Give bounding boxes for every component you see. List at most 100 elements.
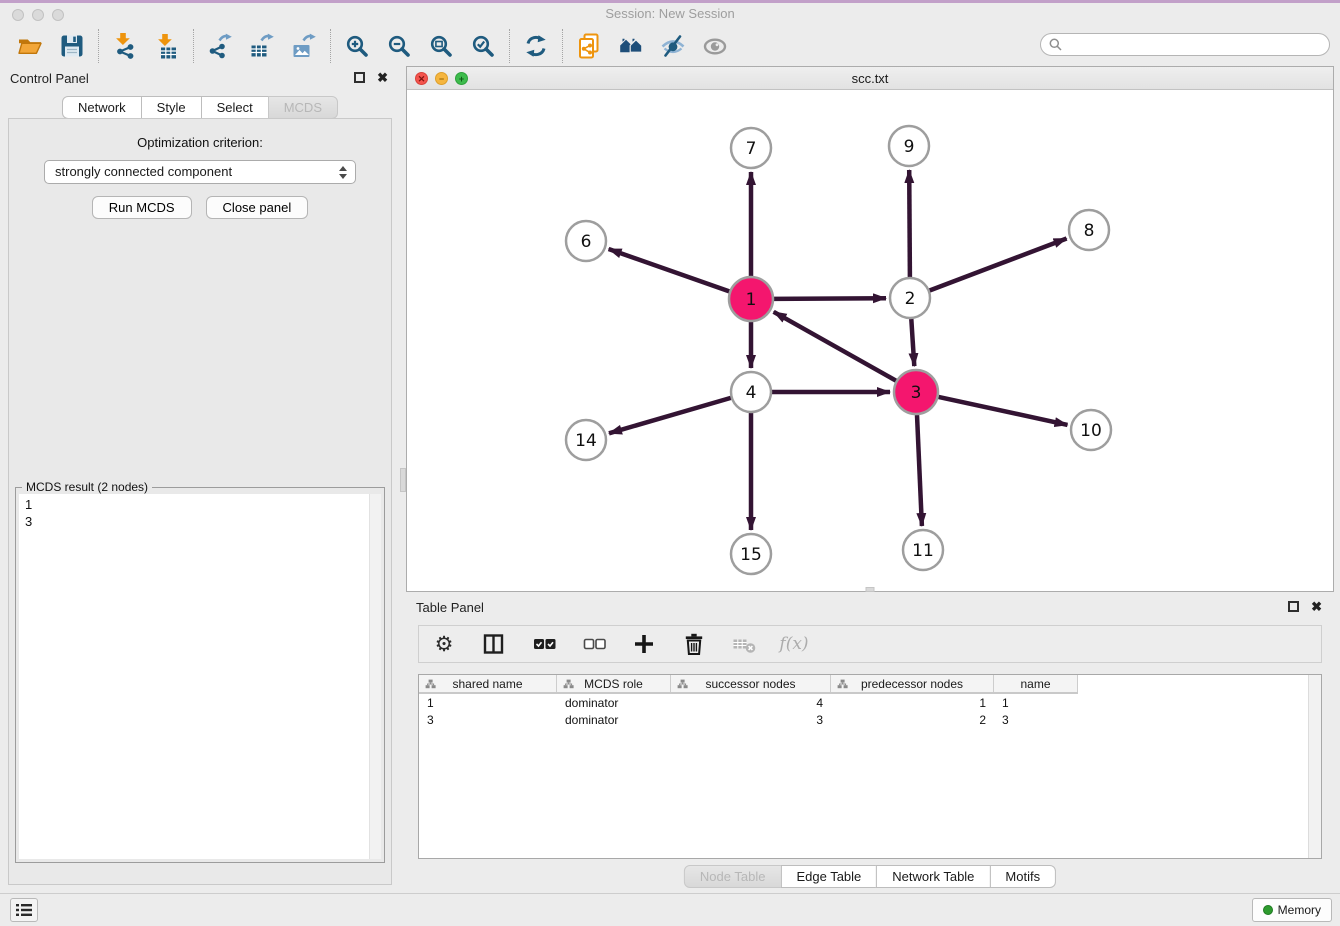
first-neighbors-icon[interactable] (617, 32, 645, 60)
graph-edge[interactable] (774, 298, 886, 299)
graph-node[interactable]: 7 (731, 128, 771, 168)
table-cell[interactable]: 4 (671, 696, 831, 710)
network-maximize-icon[interactable] (455, 72, 468, 85)
dropdown-stepper-icon (339, 166, 347, 179)
window-close-button[interactable] (12, 9, 24, 21)
task-history-button[interactable] (10, 898, 38, 922)
result-scrollbar[interactable] (369, 494, 381, 859)
column-header[interactable]: shared name (419, 675, 557, 692)
show-columns-icon[interactable] (481, 631, 507, 657)
memory-button[interactable]: Memory (1252, 898, 1332, 922)
tab-select[interactable]: Select (201, 96, 269, 119)
graph-edge[interactable] (930, 239, 1067, 291)
graph-edge[interactable] (911, 319, 914, 366)
column-header[interactable]: name (994, 675, 1078, 692)
search-input[interactable] (1068, 38, 1321, 52)
graph-node[interactable]: 14 (566, 420, 606, 460)
save-session-icon[interactable] (58, 32, 86, 60)
export-network-icon[interactable] (206, 32, 234, 60)
float-table-panel-icon[interactable] (1288, 601, 1299, 612)
horizontal-splitter-handle[interactable] (866, 587, 875, 592)
run-mcds-button[interactable]: Run MCDS (92, 196, 192, 219)
graph-node[interactable]: 1 (729, 277, 773, 321)
add-row-icon[interactable] (631, 631, 657, 657)
graph-node[interactable]: 10 (1071, 410, 1111, 450)
deselect-all-icon[interactable] (581, 631, 607, 657)
select-all-icon[interactable] (531, 631, 557, 657)
tab-motifs[interactable]: Motifs (989, 865, 1056, 888)
table-cell[interactable]: 3 (994, 713, 1078, 727)
tab-network-table[interactable]: Network Table (876, 865, 990, 888)
hide-selected-icon[interactable] (659, 32, 687, 60)
window-minimize-button[interactable] (32, 9, 44, 21)
table-cell[interactable]: dominator (557, 713, 671, 727)
new-network-from-selection-icon[interactable] (575, 32, 603, 60)
graph-edge[interactable] (609, 398, 731, 433)
table-scrollbar[interactable] (1308, 675, 1321, 858)
column-header[interactable]: predecessor nodes (831, 675, 994, 692)
network-close-icon[interactable] (415, 72, 428, 85)
tab-node-table[interactable]: Node Table (684, 865, 782, 888)
network-canvas[interactable]: 7 9 6 8 1 2 4 3 14 10 15 11 (407, 91, 1333, 591)
fit-content-icon[interactable] (427, 32, 455, 60)
graph-edge[interactable] (939, 397, 1068, 425)
table-panel-header: Table Panel ✖ (406, 595, 1334, 621)
graph-edge[interactable] (774, 312, 896, 381)
search-box[interactable] (1040, 33, 1330, 56)
table-cell[interactable]: 3 (419, 713, 557, 727)
zoom-out-icon[interactable] (385, 32, 413, 60)
window-zoom-button[interactable] (52, 9, 64, 21)
import-table-icon[interactable] (153, 32, 181, 60)
search-icon (1049, 38, 1062, 51)
tab-network[interactable]: Network (62, 96, 142, 119)
close-panel-button[interactable]: Close panel (206, 196, 309, 219)
table-cell[interactable]: 2 (831, 713, 994, 727)
main-toolbar (0, 26, 1340, 66)
close-table-panel-icon[interactable]: ✖ (1311, 601, 1322, 612)
destroy-column-icon (731, 631, 757, 657)
toolbar-icon-groups (4, 29, 741, 63)
mcds-result-text[interactable]: 1 3 (19, 494, 381, 859)
table-cell[interactable]: 1 (994, 696, 1078, 710)
app-titlebar: Session: New Session (0, 0, 1340, 26)
graph-node[interactable]: 4 (731, 372, 771, 412)
graph-node-label: 2 (905, 289, 916, 309)
table-cell[interactable]: 1 (831, 696, 994, 710)
network-window-titlebar[interactable]: scc.txt (407, 67, 1333, 90)
table-row[interactable]: 3dominator323 (419, 711, 1321, 728)
tab-edge-table[interactable]: Edge Table (780, 865, 877, 888)
show-all-icon[interactable] (701, 32, 729, 60)
graph-node[interactable]: 15 (731, 534, 771, 574)
graph-edge[interactable] (917, 415, 922, 526)
open-session-icon[interactable] (16, 32, 44, 60)
network-minimize-icon[interactable] (435, 72, 448, 85)
import-network-icon[interactable] (111, 32, 139, 60)
graph-node[interactable]: 6 (566, 221, 606, 261)
graph-edge[interactable] (909, 170, 910, 277)
graph-node[interactable]: 9 (889, 126, 929, 166)
graph-node[interactable]: 2 (890, 278, 930, 318)
node-table: shared nameMCDS rolesuccessor nodesprede… (418, 674, 1322, 859)
column-header[interactable]: successor nodes (671, 675, 831, 692)
graph-node[interactable]: 3 (894, 370, 938, 414)
tab-mcds[interactable]: MCDS (268, 96, 338, 119)
float-panel-icon[interactable] (354, 72, 365, 83)
tab-style[interactable]: Style (141, 96, 202, 119)
apply-layout-icon[interactable] (522, 32, 550, 60)
export-table-icon[interactable] (248, 32, 276, 60)
zoom-in-icon[interactable] (343, 32, 371, 60)
table-cell[interactable]: 1 (419, 696, 557, 710)
export-image-icon[interactable] (290, 32, 318, 60)
graph-edge[interactable] (609, 249, 730, 291)
table-cell[interactable]: 3 (671, 713, 831, 727)
delete-row-icon[interactable] (681, 631, 707, 657)
column-settings-gear-icon[interactable]: ⚙ (431, 631, 457, 657)
table-cell[interactable]: dominator (557, 696, 671, 710)
column-header[interactable]: MCDS role (557, 675, 671, 692)
close-panel-icon[interactable]: ✖ (377, 72, 388, 83)
graph-node[interactable]: 8 (1069, 210, 1109, 250)
table-row[interactable]: 1dominator411 (419, 694, 1321, 711)
criterion-dropdown[interactable]: strongly connected component (44, 160, 356, 184)
zoom-selected-icon[interactable] (469, 32, 497, 60)
graph-node[interactable]: 11 (903, 530, 943, 570)
